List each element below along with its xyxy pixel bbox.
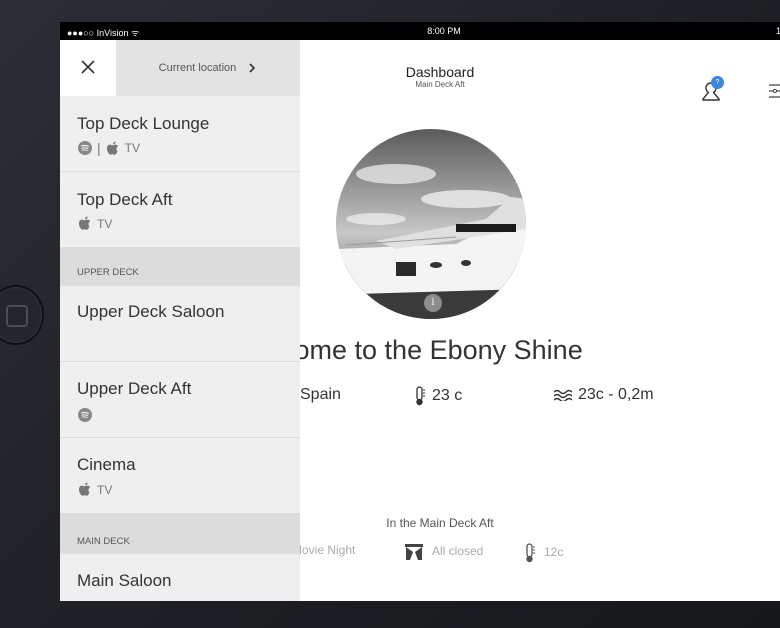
photo-info-icon[interactable]: i (424, 294, 442, 312)
room-services: TV (78, 482, 112, 497)
room-top-deck-lounge[interactable]: Top Deck Lounge | TV (60, 96, 300, 172)
notification-badge: ? (711, 76, 724, 89)
room-name: Top Deck Aft (77, 190, 173, 209)
temperature-stat: 23 c (414, 386, 462, 406)
home-button[interactable] (0, 285, 44, 345)
tv-label: TV (97, 482, 113, 497)
tablet-device: ●●●○○ InVision ᯤ 8:00 PM 1( Dashboard Ma… (0, 0, 780, 628)
room-cinema[interactable]: Cinema TV (60, 438, 300, 514)
zone-temperature-value: 12c (544, 545, 564, 560)
spotify-icon (78, 408, 92, 422)
thermometer-icon (526, 543, 535, 563)
drawer-header: Current location (60, 40, 300, 96)
waves-icon (553, 389, 573, 402)
yacht-photo (336, 129, 526, 319)
tv-label: TV (124, 141, 140, 155)
thermometer-icon (416, 386, 425, 406)
tablet-screen: ●●●○○ InVision ᯤ 8:00 PM 1( Dashboard Ma… (60, 22, 780, 601)
room-name: Top Deck Lounge (77, 114, 210, 133)
battery-label: 1( (775, 26, 780, 36)
room-name: Main Saloon (77, 571, 172, 590)
location-stat: Spain (300, 386, 341, 404)
chevron-right-icon (249, 63, 256, 73)
room-services: TV (78, 216, 112, 231)
blinds-status[interactable]: All closed (404, 543, 483, 561)
welcome-heading: elcome to the Ebony Shine (260, 335, 583, 365)
room-name: Upper Deck Saloon (77, 302, 225, 321)
spotify-icon (78, 141, 92, 155)
temperature-value: 23 c (432, 387, 463, 405)
room-services: | TV (78, 140, 140, 156)
page-title: Dashboard (405, 64, 475, 80)
clock: 8:00 PM (427, 26, 461, 36)
apple-icon (106, 141, 118, 155)
room-main-saloon[interactable]: Main Saloon (60, 554, 300, 601)
deck-header-label: MAIN DECK (77, 536, 130, 547)
room-top-deck-aft[interactable]: Top Deck Aft TV (60, 172, 300, 248)
room-services (78, 408, 92, 422)
room-name: Upper Deck Aft (77, 379, 192, 398)
room-upper-deck-aft[interactable]: Upper Deck Aft (60, 362, 300, 438)
scene-value: Movie Night (292, 543, 356, 557)
zone-temperature-status[interactable]: 12c (524, 543, 563, 563)
tv-label: TV (97, 216, 113, 231)
close-icon[interactable] (74, 56, 102, 80)
zone-label: In the Main Deck Aft (386, 516, 494, 530)
deck-header-main: MAIN DECK (60, 514, 300, 554)
deck-header-label: UPPER DECK (77, 267, 139, 278)
location-drawer: Current location Top Deck Lounge | TV To… (60, 40, 300, 601)
page-subtitle: Main Deck Aft (415, 80, 465, 89)
room-upper-deck-saloon[interactable]: Upper Deck Saloon (60, 286, 300, 362)
apple-icon (79, 482, 91, 496)
blinds-icon (405, 544, 423, 560)
current-location-button[interactable]: Current location (116, 40, 300, 96)
status-bar: ●●●○○ InVision ᯤ 8:00 PM 1( (60, 22, 780, 40)
settings-sliders-icon[interactable] (766, 82, 780, 100)
blinds-value: All closed (432, 544, 484, 559)
sea-value: 23c - 0,2m (578, 386, 654, 403)
deck-header-upper: UPPER DECK (60, 248, 300, 286)
scene-status[interactable]: Movie Night (292, 543, 355, 557)
room-name: Cinema (77, 455, 136, 474)
location-value: Spain (300, 386, 341, 403)
apple-icon (79, 216, 91, 230)
sea-stat: 23c - 0,2m (553, 386, 654, 404)
current-location-label: Current location (158, 62, 237, 74)
